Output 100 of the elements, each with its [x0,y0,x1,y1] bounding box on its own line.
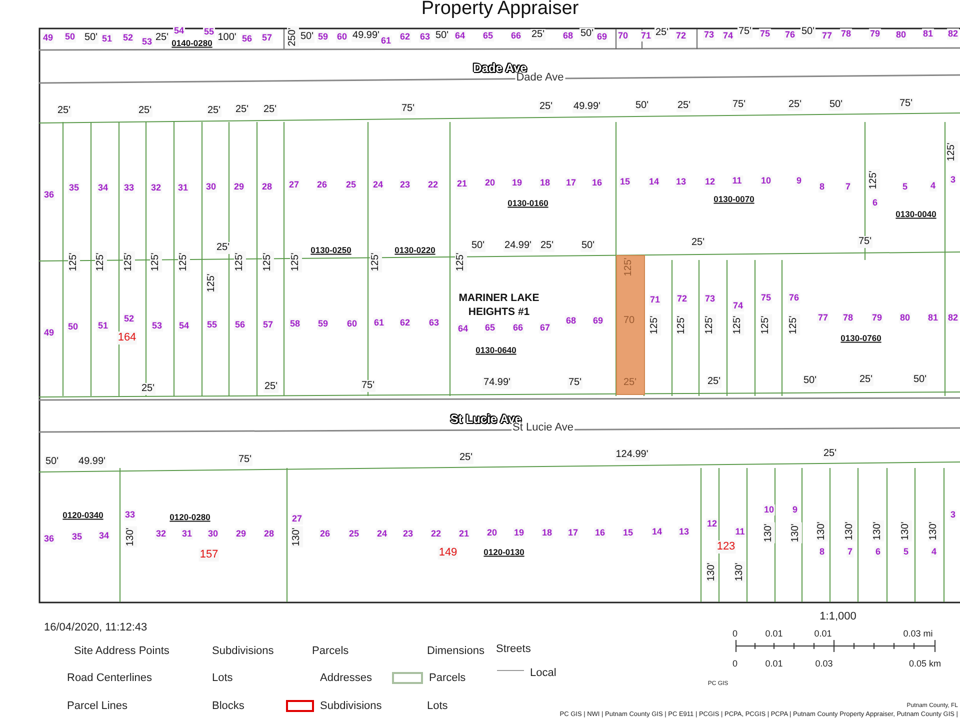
lot-number: 28 [263,528,275,540]
lot-number: 34 [97,182,109,194]
lot-number: 61 [380,36,392,46]
dimension-label: 125' [676,314,688,336]
lot-number: 25 [348,528,360,540]
lot-number: 55 [203,26,215,38]
lot-number: 60 [336,32,348,42]
lot-number: 4 [930,546,938,558]
dimension-label: 24.99' [504,240,532,252]
dimension-label: 49.99' [78,456,106,468]
dimension-label: 25' [530,29,546,41]
lot-number: 78 [842,312,854,324]
lot-number: 11 [734,526,746,538]
dimension-label: 130' [125,526,137,548]
lot-number: 32 [155,528,167,540]
lot-number: 54 [178,320,190,332]
lot-number: 23 [399,180,411,190]
dimension-label: 130' [763,522,775,544]
lot-number: 63 [419,32,431,42]
lot-number: 30 [207,528,219,540]
lot-number: 75 [760,292,772,304]
block-number: 149 [438,546,458,560]
lot-number: 35 [68,182,80,194]
lot-number: 68 [565,316,577,326]
dimension-label: 130' [291,526,303,548]
timestamp: 16/04/2020, 11:12:43 [44,622,148,634]
lot-number: 14 [648,176,660,188]
lot-number: 82 [947,312,959,324]
lot-number: 79 [869,28,881,40]
dimension-label: 75' [360,380,376,392]
legend-label: Road Centerlines [67,672,152,684]
lot-number: 77 [817,312,829,324]
dimension-label: 75' [731,99,747,111]
lot-number: 30 [205,182,217,192]
legend-label: Site Address Points [74,645,170,657]
legend-label: Subdivisions [212,645,274,657]
dimension-label: 49.99' [572,101,602,113]
lot-number: 8 [818,546,826,558]
dimension-label: 75' [857,236,873,248]
lot-number: 51 [101,34,113,44]
lot-number: 4 [930,180,936,192]
lot-number: 3 [950,174,956,186]
legend-label: Parcels [429,672,466,684]
lot-number: 6 [872,198,878,208]
lot-number: 53 [151,320,163,332]
lot-number: 72 [675,30,687,42]
dimension-label: 50' [434,30,450,42]
dimension-label: 75' [400,103,416,115]
dimension-label: 130' [816,520,828,542]
dimension-label: 130' [844,520,856,542]
lot-number: 21 [458,528,470,540]
lot-number: 7 [844,182,852,192]
lot-number: 65 [482,30,494,42]
dimension-label: 250' [287,26,299,48]
lot-number: 15 [622,528,634,538]
dimension-label: 75' [567,377,583,389]
dimension-label: 125' [624,258,634,276]
dimension-label: 50' [299,31,315,43]
lot-number: 16 [594,528,606,538]
lot-number: 26 [319,528,331,540]
dimension-label: 125' [649,314,661,336]
street-label: Dade Ave [515,72,565,84]
lot-number: 75 [759,28,771,40]
lot-number: 50 [64,32,76,42]
page-title: Property Appraiser [421,0,579,18]
parcel-id: 0120-0340 [62,510,104,520]
legend-label: Lots [427,700,448,712]
lot-number: 78 [840,28,852,40]
lot-number: 10 [763,504,775,516]
dimension-label: 130' [734,562,746,582]
lot-number: 6 [874,546,882,558]
lot-number: 33 [124,510,136,520]
street-label: Dade Ave [473,62,527,74]
dimension-label: 25' [262,104,278,116]
lot-number: 51 [97,320,109,332]
lot-number: 64 [457,324,469,334]
legend-label: Local [530,667,556,679]
dimension-label: 25' [137,105,153,117]
dimension-label: 25' [676,100,692,112]
dimension-label: 25' [654,27,670,39]
lot-number: 19 [511,178,523,188]
dimension-label: 50' [44,456,60,468]
dimension-label: 25' [858,374,874,386]
lot-number: 74 [722,30,734,42]
scale-label: 0.01 [814,630,832,638]
dimension-label: 75' [237,454,253,466]
legend-label: Lots [212,672,233,684]
lot-number: 16 [591,178,603,188]
scale-label: 0 [732,630,738,638]
lot-number: 29 [235,528,247,540]
lot-number: 65 [484,322,496,334]
lot-number: 17 [567,528,579,538]
lot-number: 24 [372,180,384,190]
dimension-label: 130' [928,520,940,542]
lot-number: 9 [792,504,798,516]
scale-ratio: 1:1,000 [820,612,856,622]
dimension-label: 130' [706,562,718,582]
scale-label: 0.03 [815,660,833,668]
dimension-label: 125' [234,252,246,272]
lot-number: 63 [428,318,440,328]
